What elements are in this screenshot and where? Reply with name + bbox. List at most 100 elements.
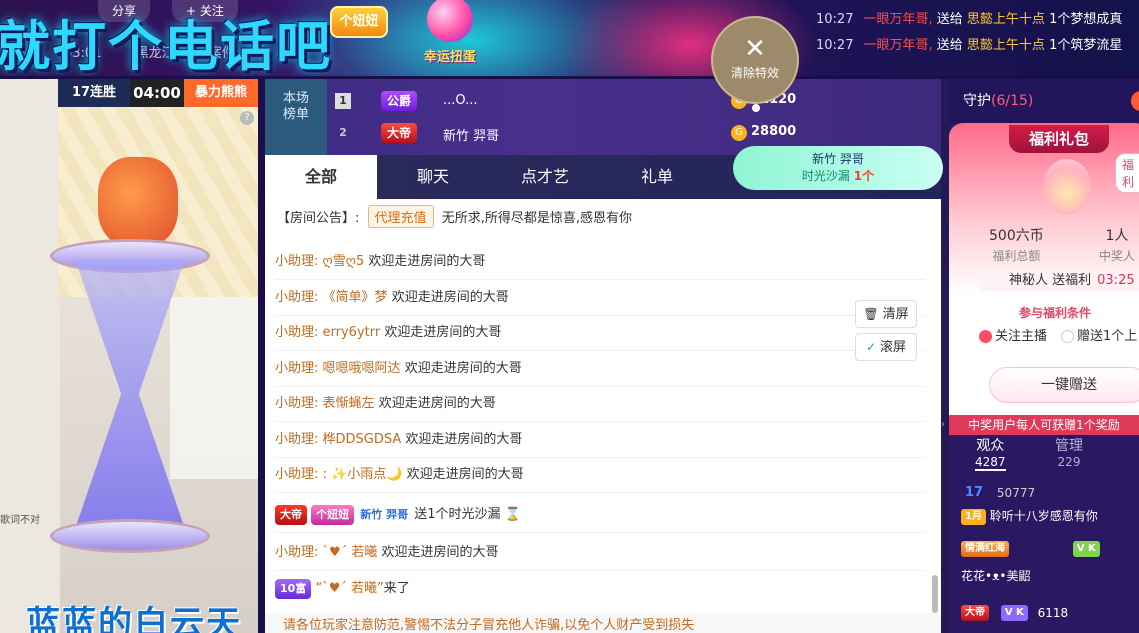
message-text: 欢迎走进房间的大哥 — [381, 545, 499, 560]
ticker-user: 一眼万年哥, — [863, 12, 933, 27]
clear-screen-button[interactable]: 🗑 清屏 — [855, 300, 917, 328]
capsule-icon — [427, 0, 473, 42]
viewer-level-badge: 情满红海 — [961, 541, 1009, 557]
chat-message: 小助理: : ✨小雨点🌙 欢迎走进房间的大哥 — [275, 457, 925, 493]
pendant-gift: 时光沙漏 1个 — [733, 167, 943, 184]
top-banner: 分享 + 关注 03:01 黑龙江 案件 就打个电话吧 个妞妞 幸运扭蛋 10:… — [0, 0, 1139, 76]
pk-team-name: 暴力熊熊 — [184, 79, 258, 107]
stage-small-note: 歌词不对 — [0, 515, 40, 526]
rank-row[interactable]: 2 大帝 新竹 羿哥 G 28800 — [331, 121, 931, 147]
guard-header[interactable]: 守护(6/15) — [949, 79, 1139, 123]
manager-label: 管理 — [1055, 438, 1083, 454]
pk-streak: 17连胜 — [58, 79, 130, 107]
ticker-gift: 1个筑梦流星 — [1049, 38, 1123, 53]
tab-managers[interactable]: 管理 229 — [1055, 435, 1083, 469]
welfare-total-value: 500六币 — [989, 228, 1044, 244]
level-badge: 大帝 — [275, 504, 307, 525]
viewer-item[interactable]: 情满红海 V K 花花•ᴥ•美鼦 — [949, 541, 1139, 584]
welfare-total-label: 福利总额 — [992, 249, 1041, 263]
hourglass-icon: ⌛ — [504, 507, 521, 522]
user-nick[interactable]: erry6ytrr — [323, 325, 381, 340]
tab-all[interactable]: 全部 — [265, 155, 377, 199]
lucky-capsule-button[interactable]: 幸运扭蛋 — [416, 0, 484, 65]
level-badge: 公爵 — [381, 91, 418, 111]
user-nick[interactable]: : ✨小雨点🌙 — [323, 467, 403, 482]
gift-text: 送1个时光沙漏 — [414, 507, 501, 522]
rank-number: 1 — [335, 93, 351, 109]
condition-gift-label: 赠送1个上 — [1077, 329, 1138, 344]
enter-text: 来了 — [383, 581, 410, 596]
chat-scrollbar[interactable] — [932, 575, 938, 613]
welfare-sender: 神秘人 送福利 03:25 — [981, 271, 1139, 291]
condition-follow[interactable]: 关注主播 — [979, 325, 1047, 344]
coin-icon: G — [731, 125, 747, 141]
sender-label: 小助理: — [275, 290, 319, 305]
chat-panel: 全部 聊天 点才艺 礼单 【房间公告】: 代理充值 无所求,所得尽都是惊喜,感恩… — [265, 155, 941, 633]
message-text: 欢迎走进房间的大哥 — [384, 325, 502, 340]
user-nick[interactable]: “ˋ♥ˊ 若曦” — [315, 581, 383, 596]
pendant-gift-name: 时光沙漏 — [801, 169, 850, 183]
ticker-gift: 1个梦想成真 — [1049, 12, 1123, 27]
welfare-sender-text: 神秘人 送福利 — [1009, 273, 1092, 288]
one-click-send-button[interactable]: 一键赠送 — [989, 367, 1139, 403]
gift-ticker-row: 10:27 一眼万年哥, 送给 思懿上午十点 1个筑梦流星 — [816, 34, 1122, 53]
sender-label: 小助理: — [275, 396, 319, 411]
user-nick[interactable]: 桦DDSGDSA — [323, 432, 402, 447]
user-nick[interactable]: 嗯嗯哦嗯阿达 — [323, 361, 401, 376]
ticker-target: 思懿上午十点 — [966, 12, 1045, 27]
tab-talent[interactable]: 点才艺 — [489, 155, 601, 199]
help-icon[interactable]: ? — [240, 111, 254, 125]
girl-badge: 个妞妞 — [330, 6, 388, 38]
video-stage[interactable]: ? 17连胜 04:00 暴力熊熊 歌词不对 蓝蓝的白云天 — [0, 79, 258, 633]
tab-chat[interactable]: 聊天 — [377, 155, 489, 199]
rank-side-label-2: 榜单 — [282, 107, 309, 122]
viewer-item[interactable]: 大帝 V K 6118 — [949, 605, 1139, 627]
chat-message: 小助理: 表惭蝇左 欢迎走进房间的大哥 — [275, 386, 925, 422]
user-nick[interactable]: ღ雪ღ5 — [323, 254, 365, 269]
viewer-tag: V K — [1072, 541, 1100, 557]
user-nick[interactable]: ˋ♥ˊ 若曦 — [323, 545, 378, 560]
welfare-title: 福利礼包 — [1009, 125, 1109, 153]
welfare-countdown: 03:25 — [1097, 273, 1135, 288]
guard-count: (6/15) — [991, 93, 1034, 109]
condition-gift[interactable]: 赠送1个上 — [1061, 325, 1137, 344]
gift-user[interactable]: 新竹 羿哥 — [358, 505, 410, 525]
check-icon — [979, 330, 992, 343]
rank-number: 2 — [339, 126, 347, 139]
chevron-right-icon: › — [941, 419, 945, 430]
tab-gift-list[interactable]: 礼单 — [601, 155, 713, 199]
rank-row[interactable]: 1 公爵 ...O... G 31120 — [331, 89, 931, 115]
message-text: 欢迎走进房间的大哥 — [406, 467, 524, 482]
welfare-winners: 1人 中奖人 — [1099, 225, 1135, 264]
clear-screen-label: 清屏 — [882, 307, 909, 322]
message-text: 欢迎走进房间的大哥 — [378, 396, 496, 411]
gift-pendant[interactable]: 新竹 羿哥 时光沙漏 1个 — [733, 146, 943, 190]
stage-caption: 蓝蓝的白云天 — [26, 604, 242, 633]
sender-label: 小助理: — [275, 254, 319, 269]
viewer-level-badge: 大帝 — [961, 605, 989, 621]
clear-effects-label: 清除特效 — [730, 66, 779, 80]
pendant-gift-count: 1个 — [853, 169, 875, 183]
rank-side-label[interactable]: 本场 榜单 — [265, 79, 327, 155]
user-nick[interactable]: 表惭蝇左 — [323, 396, 375, 411]
hourglass-glass — [75, 259, 185, 529]
auto-scroll-button[interactable]: ✓ 滚屏 — [855, 333, 917, 361]
viewer-item[interactable]: 17 50777 1月 聆听十八岁感恩有你 — [949, 485, 1139, 525]
chat-message: 小助理: 嗯嗯哦嗯阿达 欢迎走进房间的大哥 — [275, 351, 925, 387]
message-text: 欢迎走进房间的大哥 — [368, 254, 486, 269]
welfare-total: 500六币 福利总额 — [989, 225, 1044, 264]
ticker-time: 10:27 — [816, 12, 854, 27]
room-notice: 【房间公告】: 代理充值 无所求,所得尽都是惊喜,感恩有你 — [277, 205, 632, 228]
viewer-tag: 1月 — [961, 508, 986, 525]
user-nick[interactable]: 《简单》梦 — [323, 290, 388, 305]
clear-effects-button[interactable]: ✕ 清除特效 — [711, 16, 799, 104]
sender-label: 小助理: — [275, 361, 319, 376]
viewer-score: 50777 — [996, 485, 1036, 500]
agent-recharge-link[interactable]: 代理充值 — [367, 205, 434, 228]
guard-label: 守护 — [963, 93, 991, 109]
wealth-badge: 10富 — [275, 578, 312, 599]
welfare-tag[interactable]: 福利 — [1115, 153, 1139, 193]
auto-scroll-label: 滚屏 — [880, 340, 907, 355]
tab-audience[interactable]: 观众 4287 — [975, 435, 1006, 471]
guard-avatar[interactable] — [1131, 91, 1139, 111]
